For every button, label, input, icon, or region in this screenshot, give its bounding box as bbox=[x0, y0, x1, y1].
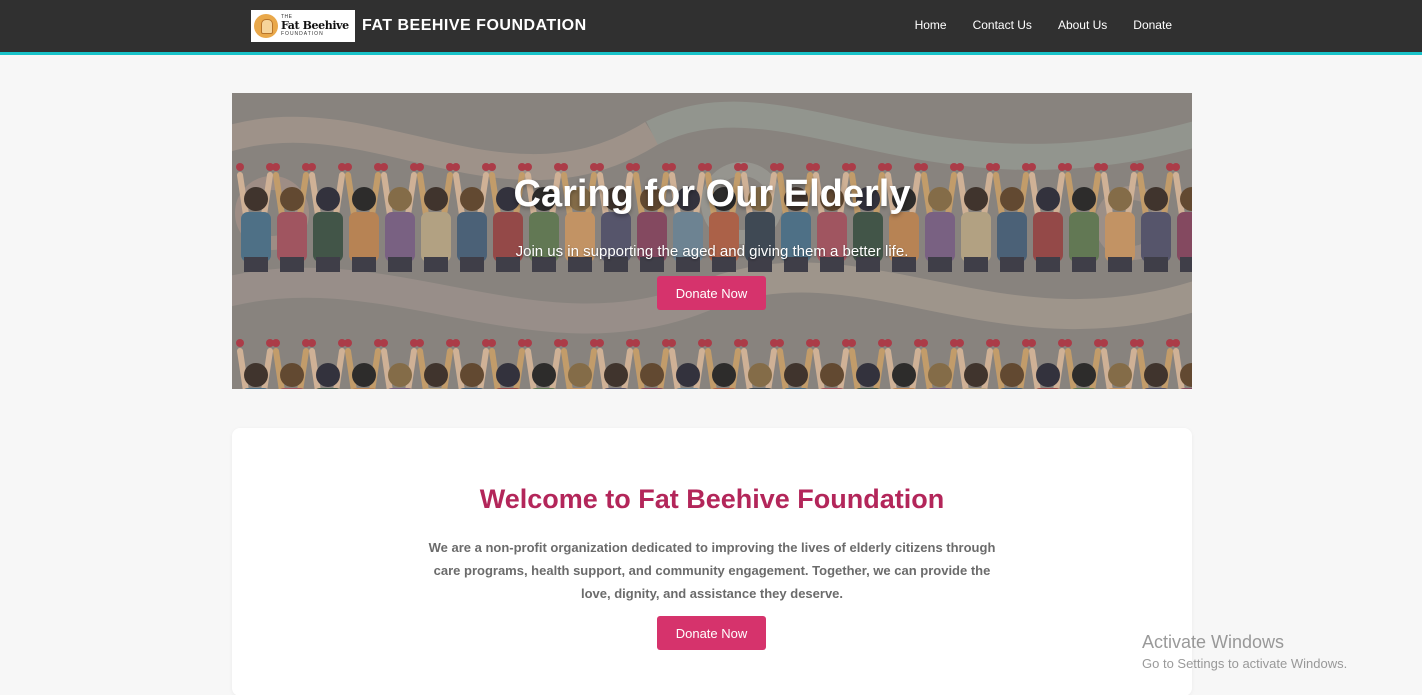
logo[interactable]: THE Fat Beehive FOUNDATION bbox=[251, 10, 355, 42]
welcome-card: Welcome to Fat Beehive Foundation We are… bbox=[232, 428, 1192, 695]
welcome-donate-button[interactable]: Donate Now bbox=[657, 616, 766, 650]
welcome-text: We are a non-profit organization dedicat… bbox=[428, 540, 996, 601]
nav-link-contact[interactable]: Contact Us bbox=[973, 18, 1032, 32]
logo-text: THE Fat Beehive FOUNDATION bbox=[281, 15, 349, 37]
hero-content: Caring for Our Elderly Join us in suppor… bbox=[232, 93, 1192, 389]
nav-links: Home Contact Us About Us Donate bbox=[915, 18, 1172, 32]
hero-banner: Caring for Our Elderly Join us in suppor… bbox=[232, 93, 1192, 389]
logo-subtext: FOUNDATION bbox=[281, 31, 324, 37]
activate-windows-title: Activate Windows bbox=[1142, 632, 1285, 652]
beehive-icon bbox=[254, 14, 278, 38]
site-title[interactable]: FAT BEEHIVE FOUNDATION bbox=[362, 17, 587, 35]
welcome-title: Welcome to Fat Beehive Foundation bbox=[479, 484, 945, 514]
nav-link-donate[interactable]: Donate bbox=[1133, 18, 1172, 32]
activate-windows-subtitle: Go to Settings to activate Windows. bbox=[1142, 656, 1348, 671]
hero-donate-button[interactable]: Donate Now bbox=[657, 276, 766, 310]
logo-name: Fat Beehive bbox=[281, 19, 349, 32]
hero-subtitle: Join us in supporting the aged and givin… bbox=[515, 243, 909, 260]
nav-link-home[interactable]: Home bbox=[915, 18, 947, 32]
hero-title: Caring for Our Elderly bbox=[513, 173, 911, 215]
nav-link-about[interactable]: About Us bbox=[1058, 18, 1107, 32]
navbar: THE Fat Beehive FOUNDATION FAT BEEHIVE F… bbox=[0, 0, 1422, 55]
brand[interactable]: THE Fat Beehive FOUNDATION FAT BEEHIVE F… bbox=[251, 10, 587, 42]
activate-windows-watermark: Activate Windows Go to Settings to activ… bbox=[1142, 631, 1347, 675]
